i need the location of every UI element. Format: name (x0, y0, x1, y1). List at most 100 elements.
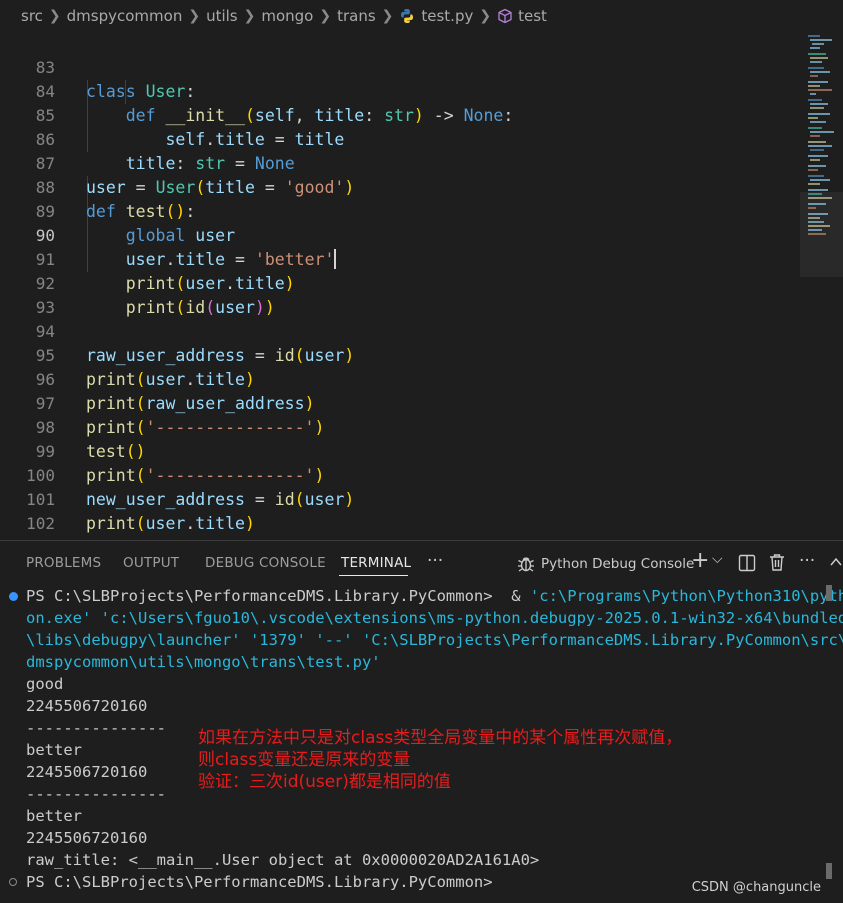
code-line: 97 print('---------------') (0, 368, 325, 437)
chevron-right-icon: ❯ (319, 8, 332, 24)
terminal-line: 2245506720160 (26, 697, 148, 715)
code-line-active: 90 user.title = 'better' (0, 200, 337, 269)
code-line: 91 print(user.title) (0, 224, 295, 293)
more-actions-icon[interactable]: ··· (799, 551, 815, 571)
terminal-line: better (26, 741, 82, 759)
code-line: 86 title: str = None (0, 104, 295, 173)
terminal-line: 2245506720160 (26, 763, 148, 781)
code-text: def __init__(self, title: str) -> None: (125, 106, 514, 125)
breadcrumb-utils[interactable]: utils (206, 7, 238, 25)
code-line: 85 self.title = title (0, 80, 345, 149)
code-text: class User: (86, 82, 196, 101)
more-tabs-icon[interactable]: ··· (427, 551, 443, 571)
terminal-output[interactable]: PS C:\SLBProjects\PerformanceDMS.Library… (0, 585, 843, 903)
tab-terminal[interactable]: TERMINAL (341, 555, 411, 571)
breadcrumb-symbol[interactable]: test (497, 7, 547, 25)
code-text: print(user.title) (86, 514, 255, 533)
code-text: title: str = None (125, 154, 295, 173)
breadcrumb-trans[interactable]: trans (337, 7, 376, 25)
terminal-line: good (26, 675, 64, 693)
chevron-down-icon[interactable]: ⌵ (712, 551, 723, 567)
terminal-line: \libs\debugpy\launcher' '1379' '--' 'C:\… (26, 631, 843, 649)
terminal-scrollbar-top[interactable] (826, 585, 832, 601)
annotation-line: 则class变量还是原来的变量 (198, 750, 411, 770)
code-line: 103 print(f"raw_title: {PyObj_FromPtr(ra… (0, 512, 622, 581)
code-line: 101 print(user.title) (0, 464, 255, 533)
breadcrumb-dmspycommon[interactable]: dmspycommon (67, 7, 183, 25)
minimap[interactable] (806, 32, 843, 242)
code-text: print(raw_user_address) (86, 394, 315, 413)
code-line: 100 new_user_address = id(user) (0, 440, 354, 509)
add-terminal-icon[interactable]: + (691, 548, 709, 573)
code-text: user = User(title = 'good') (86, 178, 355, 197)
breadcrumb-src[interactable]: src (21, 7, 43, 25)
code-text: print(id(user)) (125, 298, 275, 317)
code-text: print('---------------') (86, 466, 325, 485)
code-line: 89 global user (0, 176, 235, 245)
code-line: 88 def test(): (0, 152, 196, 221)
tab-problems[interactable]: PROBLEMS (26, 555, 101, 571)
code-text: self.title = title (165, 130, 345, 149)
terminal-line: dmspycommon\utils\mongo\trans\test.py' (26, 653, 381, 671)
terminal-command-op: & (501, 587, 530, 605)
command-status-dot-empty (9, 878, 17, 886)
terminal-line: --------------- (26, 719, 166, 737)
terminal-line: --------------- (26, 785, 166, 803)
text-cursor (334, 249, 337, 269)
terminal-line: 2245506720160 (26, 829, 148, 847)
panel-tabs: PROBLEMS OUTPUT DEBUG CONSOLE TERMINAL ·… (0, 541, 843, 585)
code-text: print(user.title) (125, 274, 295, 293)
code-line: 102 print(new_user_address) (0, 488, 314, 557)
code-text: print(user.title) (86, 370, 255, 389)
code-line: 92 print(id(user)) (0, 248, 275, 317)
chevron-right-icon: ❯ (48, 8, 61, 24)
debug-bug-icon (518, 557, 534, 572)
terminal-profile-label[interactable]: Python Debug Console (541, 556, 694, 572)
code-line: 93 (0, 272, 55, 317)
terminal-command: 'c:\Programs\Python\Python310\pyth (529, 587, 843, 605)
terminal-prompt: PS C:\SLBProjects\PerformanceDMS.Library… (26, 587, 502, 605)
code-text: def test(): (86, 202, 196, 221)
code-line: 99 print('---------------') (0, 416, 325, 485)
terminal-line: on.exe' 'c:\Users\fguo10\.vscode\extensi… (26, 609, 843, 627)
code-text: raw_user_address = id(user) (86, 346, 355, 365)
code-line: 98 test() (0, 392, 146, 461)
breadcrumb-mongo[interactable]: mongo (261, 7, 313, 25)
method-cube-icon (498, 8, 512, 24)
code-text: print('---------------') (86, 418, 325, 437)
bottom-panel: PROBLEMS OUTPUT DEBUG CONSOLE TERMINAL ·… (0, 540, 843, 903)
code-line: 84 def __init__(self, title: str) -> Non… (0, 56, 514, 125)
breadcrumb-file[interactable]: test.py (399, 7, 473, 25)
tab-debug-console[interactable]: DEBUG CONSOLE (205, 555, 326, 571)
trash-icon[interactable] (768, 553, 786, 572)
command-status-dot (9, 592, 18, 601)
python-file-icon (401, 9, 414, 23)
code-line: 83 class User: (0, 32, 196, 101)
terminal-line: PS C:\SLBProjects\PerformanceDMS.Library… (26, 585, 843, 607)
code-line: 96 print(raw_user_address) (0, 344, 315, 413)
terminal-line: better (26, 807, 82, 825)
annotation-line: 如果在方法中只是对class类型全局变量中的某个属性再次赋值， (198, 728, 683, 748)
code-line: 94 raw_user_address = id(user) (0, 296, 355, 365)
code-editor[interactable]: 83 class User: 84 def __init__(self, tit… (0, 32, 843, 581)
code-text: new_user_address = id(user) (86, 490, 355, 509)
chevron-right-icon: ❯ (381, 8, 394, 24)
chevron-right-icon: ❯ (243, 8, 256, 24)
terminal-line: PS C:\SLBProjects\PerformanceDMS.Library… (26, 873, 493, 891)
chevron-right-icon: ❯ (188, 8, 201, 24)
tab-output[interactable]: OUTPUT (123, 555, 179, 571)
watermark: CSDN @changuncle (691, 880, 821, 895)
terminal-scrollbar-thumb[interactable] (826, 863, 832, 879)
code-text: test() (86, 442, 146, 461)
breadcrumb-symbol-label: test (518, 7, 547, 25)
active-tab-indicator (339, 575, 408, 576)
collapse-panel-icon[interactable] (829, 556, 843, 568)
code-line: 87 user = User(title = 'good') (0, 128, 355, 197)
chevron-right-icon: ❯ (479, 8, 492, 24)
breadcrumb: src ❯ dmspycommon ❯ utils ❯ mongo ❯ tran… (0, 0, 843, 32)
terminal-line: raw_title: <__main__.User object at 0x00… (26, 851, 540, 869)
breadcrumb-file-label: test.py (421, 7, 474, 25)
code-text: global user (125, 226, 236, 245)
split-terminal-icon[interactable] (738, 554, 756, 572)
annotation-line: 验证：三次id(user)都是相同的值 (198, 772, 451, 792)
